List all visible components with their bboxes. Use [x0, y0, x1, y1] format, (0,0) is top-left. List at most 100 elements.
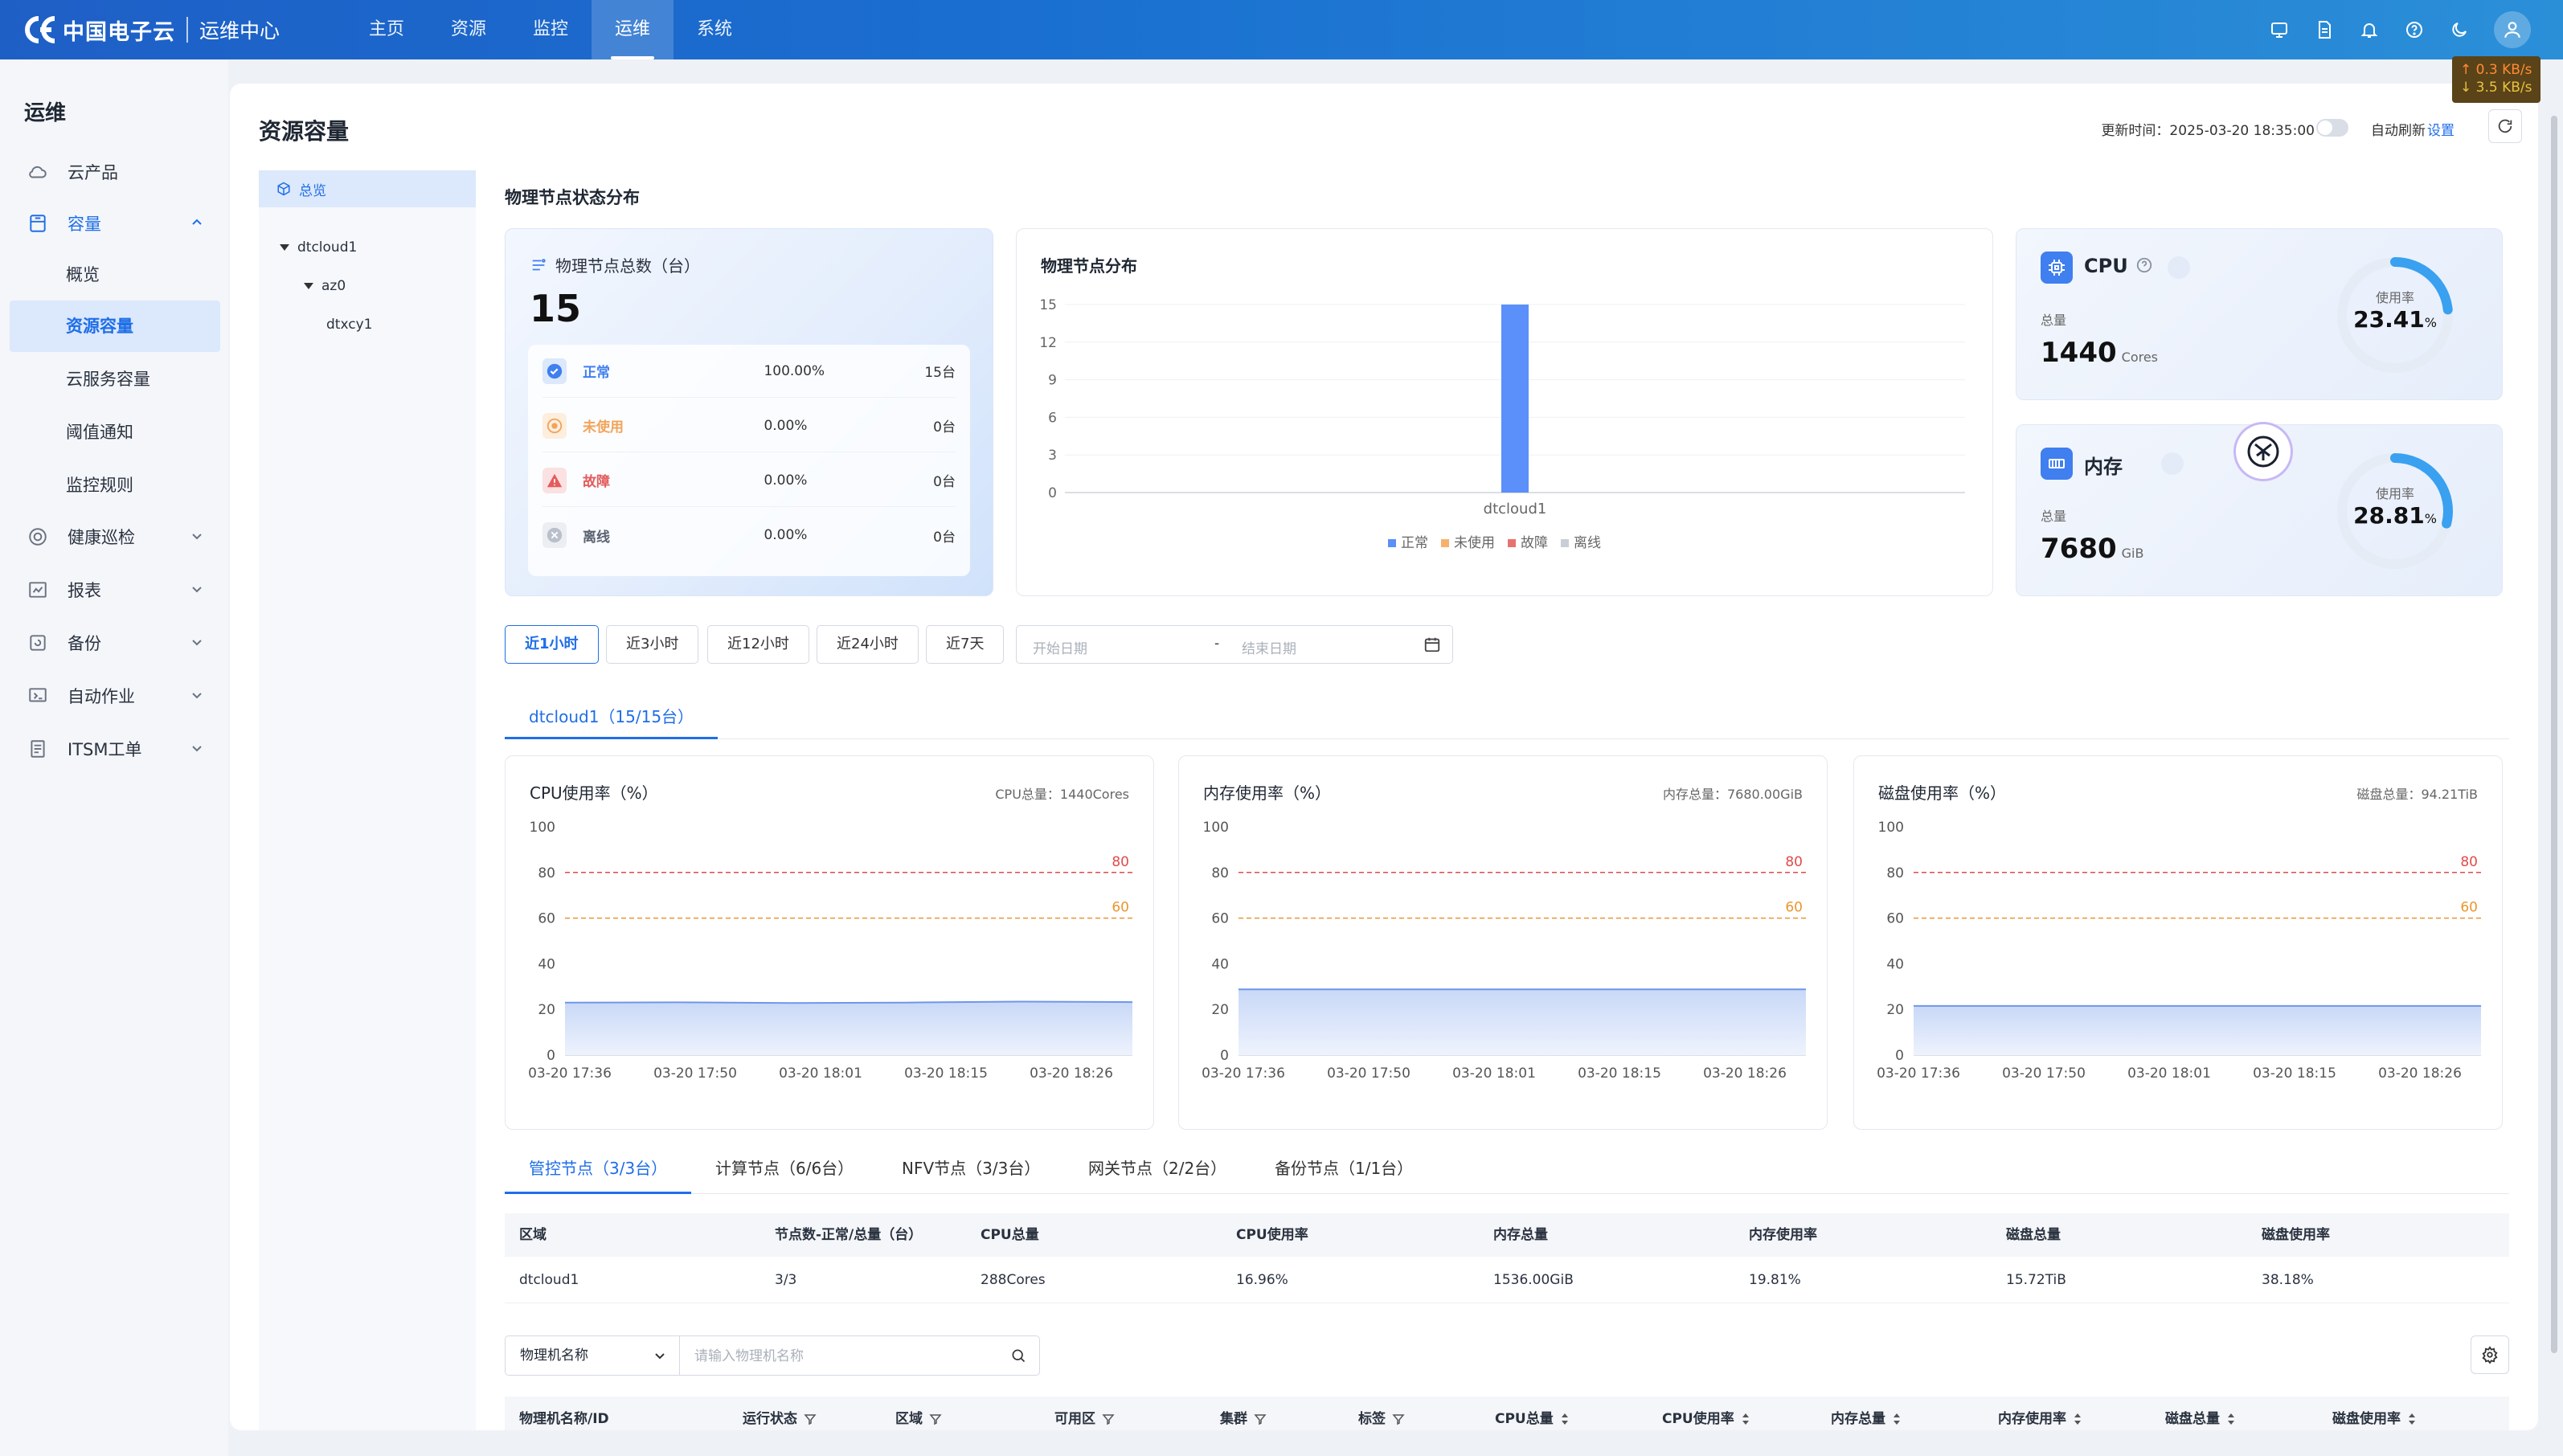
sidebar-item-health-check[interactable]: 健康巡检	[10, 511, 220, 562]
sidebar-item-backup[interactable]: 备份	[10, 617, 220, 669]
user-avatar[interactable]	[2494, 11, 2531, 48]
filter-search-box	[680, 1335, 1040, 1376]
nav-system[interactable]: 系统	[674, 0, 755, 59]
caret-down-icon[interactable]	[280, 244, 289, 251]
memory-total-label: 总量	[2041, 509, 2067, 524]
filter-icon[interactable]	[929, 1413, 942, 1425]
column-header: 内存总量	[1493, 1227, 1548, 1243]
legend-label: 正常	[1401, 535, 1428, 551]
node-total-label: 物理节点总数（台）	[530, 253, 700, 276]
assistant-float-button[interactable]	[2236, 424, 2291, 479]
sort-icon[interactable]	[2073, 1412, 2082, 1426]
column-header[interactable]: 磁盘使用率	[2332, 1397, 2417, 1430]
nav-resources[interactable]: 资源	[428, 0, 510, 59]
filter-select-value: 物理机名称	[520, 1348, 588, 1364]
column-header[interactable]: 磁盘总量	[2165, 1397, 2236, 1430]
column-header[interactable]: CPU总量	[1495, 1397, 1570, 1430]
tree-node-region[interactable]: dtcloud1	[280, 239, 357, 256]
y-tick-label: 100	[1203, 820, 1229, 836]
sort-icon[interactable]	[2226, 1412, 2236, 1426]
filter-icon[interactable]	[1254, 1413, 1267, 1425]
tab-control-nodes[interactable]: 管控节点（3/3台）	[505, 1149, 692, 1194]
filter-icon[interactable]	[1102, 1413, 1115, 1425]
sort-icon[interactable]	[1892, 1412, 1902, 1426]
summary-table-header: 区域 节点数-正常/总量（台） CPU总量 CPU使用率 内存总量 内存使用率 …	[505, 1213, 2509, 1257]
x-tick-label: 03-20 17:36	[528, 1065, 612, 1082]
sort-icon[interactable]	[2407, 1412, 2417, 1426]
calendar-icon[interactable]	[1423, 636, 1441, 653]
filter-icon[interactable]	[1392, 1413, 1405, 1425]
end-date-input[interactable]: 结束日期	[1242, 637, 1296, 657]
moon-icon[interactable]	[2449, 19, 2470, 40]
caret-down-icon[interactable]	[304, 283, 313, 289]
disk-usage-card: 磁盘使用率（%） 磁盘总量：94.21TiB 0 20 40 60 80 100 80 60 0…	[1853, 755, 2503, 1130]
column-header[interactable]: 内存使用率	[1998, 1397, 2082, 1430]
column-settings-button[interactable]	[2471, 1335, 2509, 1374]
cpu-usage-number: 23.41	[2353, 306, 2425, 333]
tab-gateway-nodes[interactable]: 网关节点（2/2台）	[1064, 1149, 1251, 1191]
tab-compute-nodes[interactable]: 计算节点（6/6台）	[691, 1149, 878, 1191]
search-icon[interactable]	[1010, 1348, 1026, 1364]
time-btn-1h[interactable]: 近1小时	[505, 625, 599, 664]
y-tick-label: 100	[530, 820, 555, 836]
user-icon	[2504, 22, 2520, 38]
column-header: CPU总量	[981, 1227, 1039, 1243]
help-icon[interactable]	[2135, 256, 2153, 274]
usage-area	[565, 1001, 1132, 1055]
filter-field-select[interactable]: 物理机名称	[505, 1335, 680, 1376]
sidebar-item-reports[interactable]: 报表	[10, 564, 220, 616]
time-btn-12h[interactable]: 近12小时	[707, 625, 809, 664]
tree-node-label: 总览	[299, 182, 326, 199]
sidebar-item-capacity[interactable]: 容量	[10, 198, 220, 249]
time-btn-3h[interactable]: 近3小时	[606, 625, 699, 664]
monitor-icon[interactable]	[2269, 19, 2290, 40]
scrollbar-thumb[interactable]	[2551, 116, 2557, 1353]
sidebar-item-cloud-products[interactable]: 云产品	[10, 146, 220, 198]
column-header[interactable]: 标签	[1358, 1397, 1405, 1430]
tab-region-dtcloud1[interactable]: dtcloud1（15/15台）	[505, 697, 719, 739]
column-header[interactable]: 内存总量	[1831, 1397, 1902, 1430]
status-row-offline: 离线 0.00% 0台	[542, 509, 956, 562]
nav-home[interactable]: 主页	[346, 0, 428, 59]
tab-nfv-nodes[interactable]: NFV节点（3/3台）	[878, 1149, 1064, 1191]
page-scrollbar[interactable]	[2549, 84, 2560, 1430]
column-header[interactable]: 运行状态	[743, 1397, 817, 1430]
sort-icon[interactable]	[1741, 1412, 1750, 1426]
node-type-tabs: 管控节点（3/3台） 计算节点（6/6台） NFV节点（3/3台） 网关节点（2…	[505, 1149, 2509, 1194]
date-range-picker[interactable]: 开始日期 - 结束日期	[1016, 625, 1453, 664]
status-label: 未使用	[583, 419, 624, 436]
machine-name-search-input[interactable]	[694, 1346, 984, 1367]
column-header[interactable]: 区域	[895, 1397, 942, 1430]
column-header[interactable]: 集群	[1220, 1397, 1267, 1430]
time-btn-24h[interactable]: 近24小时	[817, 625, 919, 664]
sidebar-subitem-overview[interactable]: 概览	[10, 249, 220, 301]
tree-node-az[interactable]: az0	[304, 278, 346, 294]
time-btn-7d[interactable]: 近7天	[926, 625, 1005, 664]
column-header[interactable]: 可用区	[1054, 1397, 1115, 1430]
filter-icon[interactable]	[804, 1413, 817, 1425]
logo-subtitle: 运维中心	[199, 19, 280, 43]
sidebar-subitem-monitor-rules[interactable]: 监控规则	[10, 460, 220, 511]
document-icon[interactable]	[2314, 19, 2335, 40]
logo[interactable]: 中国电子云 运维中心	[23, 11, 280, 48]
table-row[interactable]: dtcloud1 3/3 288Cores 16.96% 1536.00GiB …	[505, 1257, 2509, 1303]
sidebar-item-itsm[interactable]: ITSM工单	[10, 723, 220, 775]
status-label: 正常	[583, 365, 611, 381]
sidebar-subitem-cloud-service-capacity[interactable]: 云服务容量	[10, 354, 220, 405]
column-header[interactable]: CPU使用率	[1662, 1397, 1750, 1430]
disk-usage-chart: 0 20 40 60 80 100 80 60 03-20 17:36 03-20 17:50 03…	[1877, 820, 2481, 1082]
sidebar-item-automation[interactable]: 自动作业	[10, 670, 220, 722]
tree-node-overview[interactable]: 总览	[259, 170, 476, 207]
sort-icon[interactable]	[1560, 1412, 1570, 1426]
start-date-input[interactable]: 开始日期	[1033, 637, 1087, 657]
cec-logo-icon	[23, 14, 59, 45]
sidebar-subitem-resource-capacity[interactable]: 资源容量	[10, 301, 220, 352]
tree-node-cluster[interactable]: dtxcy1	[326, 317, 372, 333]
nav-monitor[interactable]: 监控	[510, 0, 592, 59]
top-bar: 中国电子云 运维中心 主页 资源 监控 运维 系统	[0, 0, 2563, 59]
sidebar-subitem-threshold-notice[interactable]: 阈值通知	[10, 407, 220, 458]
tab-backup-nodes[interactable]: 备份节点（1/1台）	[1251, 1149, 1437, 1191]
help-icon[interactable]	[2404, 19, 2425, 40]
bell-icon[interactable]	[2359, 19, 2380, 40]
nav-ops[interactable]: 运维	[592, 0, 674, 59]
